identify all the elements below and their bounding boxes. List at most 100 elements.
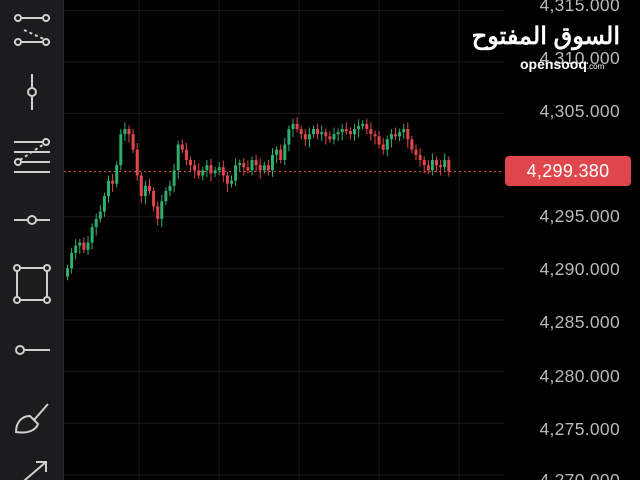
candle (78, 238, 82, 254)
candle (115, 161, 119, 188)
candle-body (70, 252, 74, 269)
candle (287, 125, 291, 152)
candle (348, 127, 352, 140)
candle (447, 156, 451, 177)
candle (107, 175, 110, 203)
candle (246, 160, 250, 174)
candle (160, 194, 164, 228)
candle-body (279, 149, 283, 160)
candle (193, 160, 197, 179)
candle-body (168, 185, 172, 191)
candle-body (418, 154, 422, 160)
candle-body (348, 131, 352, 135)
candle-body (316, 129, 320, 135)
candle (422, 156, 426, 174)
candle (119, 129, 123, 171)
candle-body (328, 136, 332, 140)
trend-channel-tool-icon[interactable] (8, 10, 56, 54)
candle (443, 153, 447, 171)
candle (279, 144, 283, 164)
candle (70, 247, 74, 274)
rectangle-tool-icon[interactable] (8, 262, 56, 306)
candle (344, 122, 348, 135)
candle (389, 129, 393, 148)
candle (410, 135, 414, 154)
candle-body (324, 132, 328, 137)
candle-body (189, 160, 192, 166)
candle-body (340, 129, 344, 133)
candle (266, 160, 270, 176)
candle (312, 125, 315, 138)
candle-body (303, 134, 307, 140)
price-axis-label: 4,275.000 (539, 419, 620, 439)
candle (402, 123, 406, 139)
vertical-line-tool-icon[interactable] (8, 70, 56, 114)
candle-body (152, 190, 156, 207)
candle (406, 122, 410, 148)
candle-body (230, 180, 233, 184)
price-axis-label: 4,315.000 (539, 0, 620, 15)
candle (316, 123, 320, 140)
candle-body (353, 129, 356, 135)
candles (66, 117, 451, 281)
candle-body (139, 175, 143, 197)
candle (86, 235, 90, 255)
horizontal-line-tool-icon[interactable] (8, 328, 56, 372)
drawing-toolbar (0, 0, 64, 480)
candle (152, 187, 156, 212)
candle-body (320, 132, 324, 135)
watermark-suffix: .com (586, 62, 605, 71)
candle (385, 135, 389, 157)
candle (131, 129, 135, 154)
horizontal-ray-tool-icon[interactable] (8, 198, 56, 242)
candle (234, 158, 238, 186)
price-axis-label: 4,305.000 (539, 101, 620, 121)
candle (365, 118, 369, 135)
candle-body (205, 165, 209, 171)
candle (139, 171, 143, 203)
candle (189, 156, 192, 172)
candle-body (143, 185, 147, 197)
candle-body (234, 165, 238, 181)
candle-body (160, 201, 164, 219)
brush-tool-icon[interactable] (8, 396, 56, 440)
candle-body (111, 180, 115, 184)
candle-body (295, 123, 299, 130)
candle-body (389, 134, 393, 140)
price-axis-label: 4,285.000 (539, 312, 620, 332)
candle (418, 148, 422, 167)
candle-body (430, 160, 434, 171)
candle-body (78, 242, 82, 246)
candle-body (221, 167, 225, 176)
candle (82, 237, 86, 254)
candle-body (86, 242, 90, 250)
candle-body (336, 132, 340, 135)
candle-body (119, 134, 123, 166)
candle (90, 223, 94, 250)
candle (98, 204, 102, 223)
candle (258, 158, 262, 179)
candle-body (193, 165, 197, 171)
candle-body (172, 170, 176, 186)
arrow-tool-icon[interactable] (8, 456, 56, 480)
candle (435, 156, 438, 172)
candle (197, 163, 201, 180)
candle (164, 187, 168, 205)
candle (168, 180, 172, 197)
candle-body (307, 134, 311, 140)
fib-retracement-tool-icon[interactable] (8, 134, 56, 178)
candle (336, 128, 340, 141)
candle-body (90, 227, 94, 243)
candle-body (332, 134, 336, 140)
candle (254, 154, 258, 172)
candle (221, 160, 225, 183)
candle (250, 156, 254, 176)
candle-body (369, 129, 373, 135)
candle (217, 162, 221, 176)
candle (324, 128, 328, 145)
candle-body (74, 245, 78, 253)
candle (148, 179, 151, 195)
candle (242, 157, 246, 176)
candle-body (291, 123, 295, 130)
watermark-latin-text: opensooq.com (520, 56, 604, 72)
